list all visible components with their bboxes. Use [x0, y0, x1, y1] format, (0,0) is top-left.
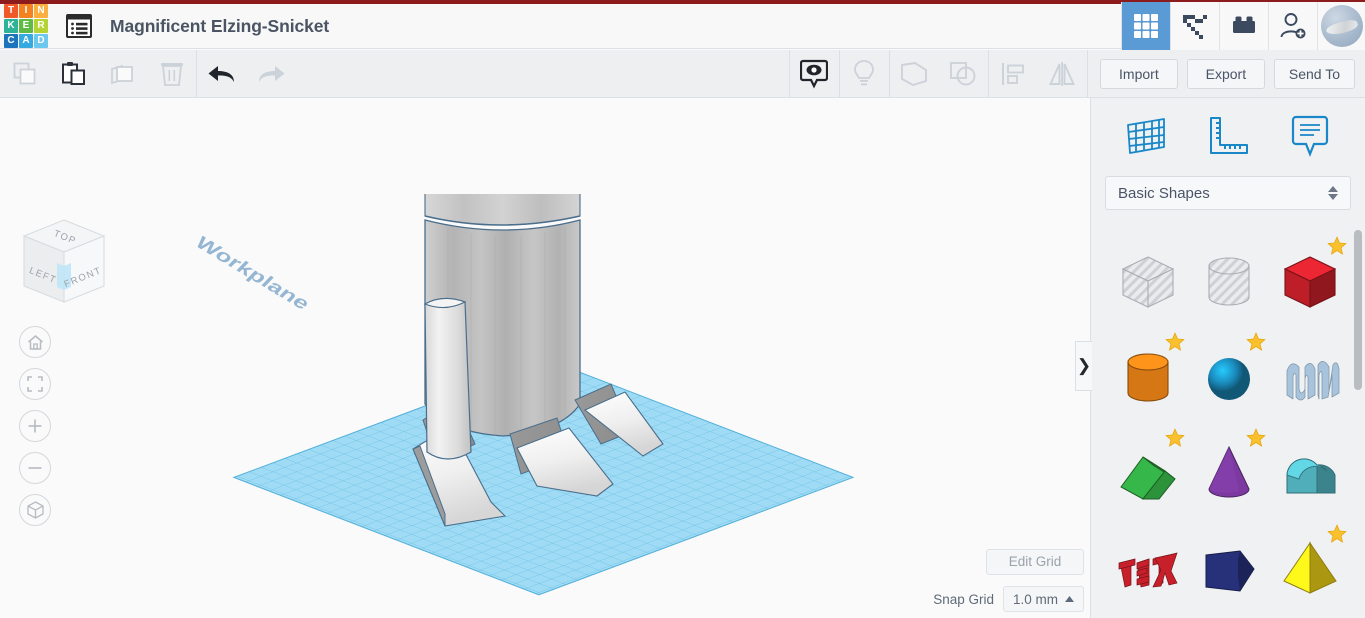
shapes-panel: ❯ Basic Shapes	[1075, 98, 1365, 618]
caret-up-icon	[1065, 596, 1074, 602]
shape-text[interactable]	[1107, 522, 1188, 618]
copy-button[interactable]	[0, 50, 49, 97]
shape-cylinder-hole[interactable]	[1188, 234, 1269, 330]
grid-controls: Edit Grid Snap Grid 1.0 mm	[933, 549, 1084, 612]
add-person-icon[interactable]	[1268, 2, 1317, 50]
paste-button[interactable]	[49, 50, 98, 97]
collapse-panel-button[interactable]: ❯	[1075, 341, 1092, 391]
list-menu-icon[interactable]	[62, 11, 96, 41]
shape-round-roof[interactable]	[1269, 426, 1350, 522]
lego-brick-icon[interactable]	[1219, 2, 1268, 50]
sendto-button[interactable]: Send To	[1273, 58, 1355, 89]
user-avatar[interactable]	[1317, 2, 1365, 50]
pickaxe-icon[interactable]	[1170, 2, 1219, 50]
workplane-label: Workplane	[190, 233, 315, 314]
logo-tile-e-4: E	[19, 19, 33, 33]
main-toolbar: Import Export Send To	[0, 50, 1365, 98]
shape-scribble[interactable]	[1269, 330, 1350, 426]
snap-grid-select[interactable]: 1.0 mm	[1002, 586, 1084, 612]
app-header: TIN KER CAD Magnificent Elzing-Snicket	[0, 2, 1365, 50]
ungroup-shapes-icon[interactable]	[939, 50, 988, 97]
tinkercad-window: TIN KER CAD Magnificent Elzing-Snicket Imp…	[0, 0, 1365, 618]
shape-sphere[interactable]	[1188, 330, 1269, 426]
shape-cylinder[interactable]	[1107, 330, 1188, 426]
snap-grid-value: 1.0 mm	[1012, 591, 1058, 607]
shape-round-roof-art	[1277, 441, 1343, 507]
workplane-tool-icon[interactable]	[1120, 113, 1172, 159]
fit-frame-icon[interactable]	[19, 368, 51, 400]
apps-grid-icon[interactable]	[1121, 2, 1170, 50]
logo-tile-t-0: T	[4, 4, 18, 18]
toolbar-actions: Import Export Send To	[1088, 50, 1365, 97]
shape-cone[interactable]	[1188, 426, 1269, 522]
redo-arrow-icon[interactable]	[246, 50, 295, 97]
logo-tile-r-5: R	[34, 19, 48, 33]
mirror-icon[interactable]	[1038, 50, 1087, 97]
lightbulb-icon[interactable]	[840, 50, 889, 97]
align-icon[interactable]	[989, 50, 1038, 97]
logo-tile-n-2: N	[34, 4, 48, 18]
page-title: Magnificent Elzing-Snicket	[110, 15, 330, 36]
shapes-grid	[1091, 226, 1365, 618]
export-button[interactable]: Export	[1186, 58, 1265, 89]
shape-pyramid-art	[1277, 537, 1343, 603]
shape-roof[interactable]	[1107, 426, 1188, 522]
edit-grid-button[interactable]: Edit Grid	[986, 549, 1084, 575]
shape-cylinder-art	[1115, 345, 1181, 411]
shapes-scrollbar-thumb[interactable]	[1354, 230, 1362, 390]
tinkercad-logo[interactable]: TIN KER CAD	[4, 4, 48, 48]
eye-tooltip-icon[interactable]	[790, 50, 839, 97]
shape-polygon-art	[1196, 537, 1262, 603]
shape-pyramid[interactable]	[1269, 522, 1350, 618]
favorite-star-icon[interactable]	[1165, 332, 1185, 352]
group-shapes-icon[interactable]	[890, 50, 939, 97]
shape-library-value: Basic Shapes	[1118, 184, 1210, 202]
shape-box-hole-art	[1115, 249, 1181, 315]
ruler-tool-icon[interactable]	[1202, 113, 1254, 159]
header-right-icons	[1121, 2, 1365, 50]
shape-cone-art	[1196, 441, 1262, 507]
shape-box-red-art	[1277, 249, 1343, 315]
viewport-nav-buttons	[19, 326, 51, 526]
favorite-star-icon[interactable]	[1327, 524, 1347, 544]
favorite-star-icon[interactable]	[1246, 428, 1266, 448]
stepper-caret-icon	[1328, 186, 1338, 200]
shape-scribble-art	[1277, 345, 1343, 411]
undo-arrow-icon[interactable]	[197, 50, 246, 97]
avatar-image	[1320, 5, 1363, 47]
plus-icon[interactable]	[19, 410, 51, 442]
shape-roof-art	[1115, 441, 1181, 507]
snap-grid-label: Snap Grid	[933, 591, 994, 607]
trash-icon[interactable]	[147, 50, 196, 97]
note-tool-icon[interactable]	[1284, 113, 1336, 159]
shape-box-hole[interactable]	[1107, 234, 1188, 330]
shape-sphere-art	[1196, 345, 1262, 411]
shapes-scrollbar[interactable]	[1354, 230, 1362, 612]
shape-box-red[interactable]	[1269, 234, 1350, 330]
3d-viewport[interactable]: Workplane TOP LEFT FRONT Edit Grid Snap …	[0, 98, 1090, 618]
home-icon[interactable]	[19, 326, 51, 358]
minus-icon[interactable]	[19, 452, 51, 484]
logo-tile-c-6: C	[4, 34, 18, 48]
rocket-model[interactable]	[325, 194, 745, 534]
logo-tile-d-8: D	[34, 34, 48, 48]
logo-tile-i-1: I	[19, 4, 33, 18]
snap-grid-row: Snap Grid 1.0 mm	[933, 586, 1084, 612]
favorite-star-icon[interactable]	[1327, 236, 1347, 256]
favorite-star-icon[interactable]	[1165, 428, 1185, 448]
shape-cylinder-hole-art	[1196, 249, 1262, 315]
shape-polygon[interactable]	[1188, 522, 1269, 618]
cube-box-icon[interactable]	[19, 494, 51, 526]
import-button[interactable]: Import	[1099, 58, 1178, 89]
favorite-star-icon[interactable]	[1246, 332, 1266, 352]
view-cube[interactable]: TOP LEFT FRONT	[18, 216, 110, 312]
logo-tile-a-7: A	[19, 34, 33, 48]
shape-text-art	[1115, 537, 1181, 603]
shape-library-select[interactable]: Basic Shapes	[1105, 176, 1351, 210]
duplicate-button[interactable]	[98, 50, 147, 97]
logo-tile-k-3: K	[4, 19, 18, 33]
panel-tool-icons	[1091, 98, 1365, 174]
